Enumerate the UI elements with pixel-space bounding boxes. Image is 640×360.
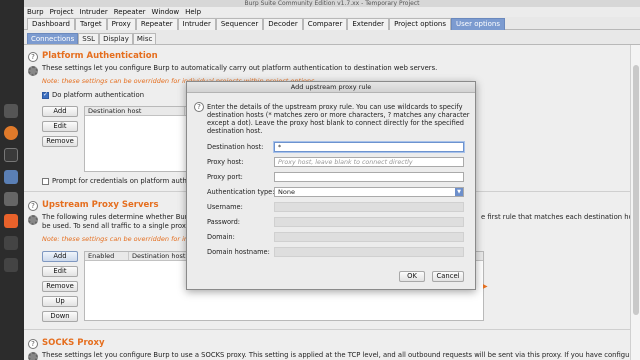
menu-intruder[interactable]: Intruder xyxy=(80,7,108,17)
socks-title: SOCKS Proxy xyxy=(42,338,105,348)
platform-add-button[interactable]: Add xyxy=(42,106,78,117)
proxy-host-input[interactable] xyxy=(274,157,464,167)
dialog-title: Add upstream proxy rule xyxy=(187,82,475,93)
prompt-credentials-label: Prompt for credentials on platform authe… xyxy=(52,177,196,185)
upstream-down-button[interactable]: Down xyxy=(42,311,78,322)
help-icon[interactable]: ? xyxy=(28,201,38,211)
subtab-display[interactable]: Display xyxy=(99,33,133,44)
tab-dashboard[interactable]: Dashboard xyxy=(27,18,75,30)
domain-hostname-label: Domain hostname: xyxy=(207,248,270,256)
socks-desc: These settings let you configure Burp to… xyxy=(42,351,630,359)
upstream-edit-button[interactable]: Edit xyxy=(42,266,78,277)
cancel-button[interactable]: Cancel xyxy=(432,271,464,282)
upstream-up-button[interactable]: Up xyxy=(42,296,78,307)
menu-project[interactable]: Project xyxy=(50,7,74,17)
app-icon[interactable] xyxy=(4,258,18,272)
username-label: Username: xyxy=(207,203,243,211)
app-icon[interactable] xyxy=(4,236,18,250)
password-label: Password: xyxy=(207,218,241,226)
gear-icon[interactable] xyxy=(28,215,38,225)
subtab-connections[interactable]: Connections xyxy=(27,33,79,44)
tab-intruder[interactable]: Intruder xyxy=(177,18,216,30)
subtab-ssl[interactable]: SSL xyxy=(78,33,100,44)
upstream-desc-1: The following rules determine whether Bu… xyxy=(42,213,198,221)
upstream-desc-2: be used. To send all traffic to a single… xyxy=(42,222,196,230)
upstream-title: Upstream Proxy Servers xyxy=(42,200,159,210)
help-icon[interactable]: ? xyxy=(194,102,204,112)
menu-window[interactable]: Window xyxy=(152,7,180,17)
vertical-scrollbar[interactable] xyxy=(630,45,640,360)
desktop-dock xyxy=(0,0,22,360)
help-icon[interactable]: ? xyxy=(28,52,38,62)
proxy-host-label: Proxy host: xyxy=(207,158,244,166)
tab-comparer[interactable]: Comparer xyxy=(302,18,348,30)
tab-user-options[interactable]: User options xyxy=(451,18,505,30)
window-title: Burp Suite Community Edition v1.7.xx - T… xyxy=(24,0,640,7)
platform-auth-title: Platform Authentication xyxy=(42,51,158,61)
app-icon[interactable] xyxy=(4,104,18,118)
tab-sequencer[interactable]: Sequencer xyxy=(215,18,264,30)
menu-repeater[interactable]: Repeater xyxy=(114,7,146,17)
domain-hostname-input xyxy=(274,247,464,257)
main-tabs: Dashboard Target Proxy Repeater Intruder… xyxy=(24,17,640,30)
do-platform-auth-label: Do platform authentication xyxy=(52,91,145,99)
tab-decoder[interactable]: Decoder xyxy=(263,18,303,30)
app-icon[interactable] xyxy=(4,192,18,206)
ok-button[interactable]: OK xyxy=(399,271,425,282)
password-input xyxy=(274,217,464,227)
chevron-down-icon[interactable]: ▼ xyxy=(455,188,463,196)
proxy-port-input[interactable] xyxy=(274,172,464,182)
subtab-misc[interactable]: Misc xyxy=(132,33,157,44)
gear-icon[interactable] xyxy=(28,352,38,360)
scroll-thumb[interactable] xyxy=(633,65,639,315)
platform-edit-button[interactable]: Edit xyxy=(42,121,78,132)
menu-burp[interactable]: Burp xyxy=(27,7,44,17)
domain-label: Domain: xyxy=(207,233,235,241)
col-destination-host[interactable]: Destination host xyxy=(85,107,185,115)
auth-type-select[interactable]: None ▼ xyxy=(274,187,464,197)
sub-tabs: Connections SSL Display Misc xyxy=(24,33,640,45)
dialog-instructions: Enter the details of the upstream proxy … xyxy=(207,103,470,135)
platform-remove-button[interactable]: Remove xyxy=(42,136,78,147)
terminal-icon[interactable] xyxy=(4,148,18,162)
proxy-port-label: Proxy port: xyxy=(207,173,243,181)
tab-project-options[interactable]: Project options xyxy=(389,18,452,30)
add-upstream-proxy-dialog: Add upstream proxy rule ? Enter the deta… xyxy=(186,81,476,290)
divider xyxy=(24,329,630,330)
expand-arrow-icon: ▶ xyxy=(483,283,488,290)
files-icon[interactable] xyxy=(4,170,18,184)
upstream-desc-1-right: e first rule that matches each destinati… xyxy=(481,213,630,221)
help-icon[interactable]: ? xyxy=(28,339,38,349)
username-input xyxy=(274,202,464,212)
burp-icon[interactable] xyxy=(4,214,18,228)
tab-extender[interactable]: Extender xyxy=(347,18,390,30)
auth-type-label: Authentication type: xyxy=(207,188,275,196)
destination-host-label: Destination host: xyxy=(207,143,264,151)
tab-repeater[interactable]: Repeater xyxy=(135,18,178,30)
platform-auth-desc: These settings let you configure Burp to… xyxy=(42,64,438,72)
destination-host-input[interactable] xyxy=(274,142,464,152)
upstream-note: Note: these settings can be overridden f… xyxy=(42,235,193,243)
col-enabled[interactable]: Enabled xyxy=(85,252,129,260)
menu-bar: Burp Project Intruder Repeater Window He… xyxy=(24,7,640,17)
upstream-remove-button[interactable]: Remove xyxy=(42,281,78,292)
gear-icon[interactable] xyxy=(28,66,38,76)
upstream-add-button[interactable]: Add xyxy=(42,251,78,262)
do-platform-auth-checkbox[interactable] xyxy=(42,91,49,99)
prompt-credentials-checkbox[interactable] xyxy=(42,178,49,185)
domain-input xyxy=(274,232,464,242)
menu-help[interactable]: Help xyxy=(185,7,201,17)
tab-proxy[interactable]: Proxy xyxy=(106,18,136,30)
auth-type-value: None xyxy=(278,188,295,196)
firefox-icon[interactable] xyxy=(4,126,18,140)
tab-target[interactable]: Target xyxy=(74,18,107,30)
